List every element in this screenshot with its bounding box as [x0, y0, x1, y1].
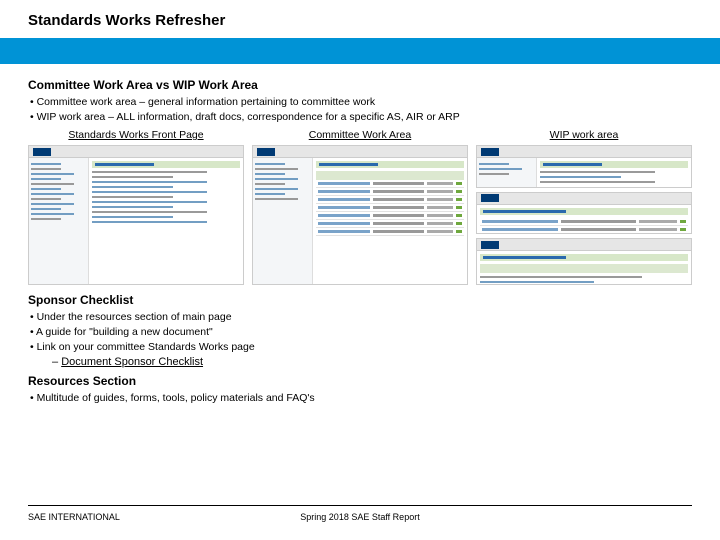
sponsor-checklist-link[interactable]: Document Sponsor Checklist [61, 356, 203, 368]
screenshot-thumbnail [476, 192, 692, 235]
section1-bullets: Committee work area – general informatio… [28, 96, 692, 123]
footer-org: SAE INTERNATIONAL [28, 512, 120, 522]
section-title-resources: Resources Section [28, 374, 692, 388]
screenshot-label: Committee Work Area [252, 129, 468, 141]
screenshot-label: Standards Works Front Page [28, 129, 244, 141]
section3-bullets: Multitude of guides, forms, tools, polic… [28, 392, 692, 404]
screenshot-column-3: WIP work area [476, 129, 692, 285]
footer-report-label: Spring 2018 SAE Staff Report [300, 512, 419, 522]
screenshot-thumbnail [476, 238, 692, 285]
screenshot-column-1: Standards Works Front Page [28, 129, 244, 285]
section-title-workarea: Committee Work Area vs WIP Work Area [28, 78, 692, 92]
screenshot-thumbnail [252, 145, 468, 285]
section-title-sponsor: Sponsor Checklist [28, 293, 692, 307]
screenshot-label: WIP work area [476, 129, 692, 141]
header-bar: Standards Works Refresher [0, 0, 720, 64]
bullet-item: Committee work area – general informatio… [30, 96, 692, 108]
bullet-item: Multitude of guides, forms, tools, polic… [30, 392, 692, 404]
footer-divider [28, 505, 692, 506]
footer: SAE INTERNATIONAL Spring 2018 SAE Staff … [28, 505, 692, 522]
screenshots-row: Standards Works Front Page [28, 129, 692, 285]
bullet-item: WIP work area – ALL information, draft d… [30, 111, 692, 123]
screenshot-thumbnail [28, 145, 244, 285]
sub-bullet-item: Document Sponsor Checklist [52, 356, 692, 368]
section2-sub-bullets: Document Sponsor Checklist [28, 356, 692, 368]
bullet-item: Link on your committee Standards Works p… [30, 341, 692, 353]
section2-bullets: Under the resources section of main page… [28, 311, 692, 353]
bullet-item: Under the resources section of main page [30, 311, 692, 323]
screenshot-column-2: Committee Work Area [252, 129, 468, 285]
bullet-item: A guide for "building a new document" [30, 326, 692, 338]
screenshot-thumbnail [476, 145, 692, 188]
content-area: Committee Work Area vs WIP Work Area Com… [0, 64, 720, 404]
page-title: Standards Works Refresher [28, 12, 225, 29]
